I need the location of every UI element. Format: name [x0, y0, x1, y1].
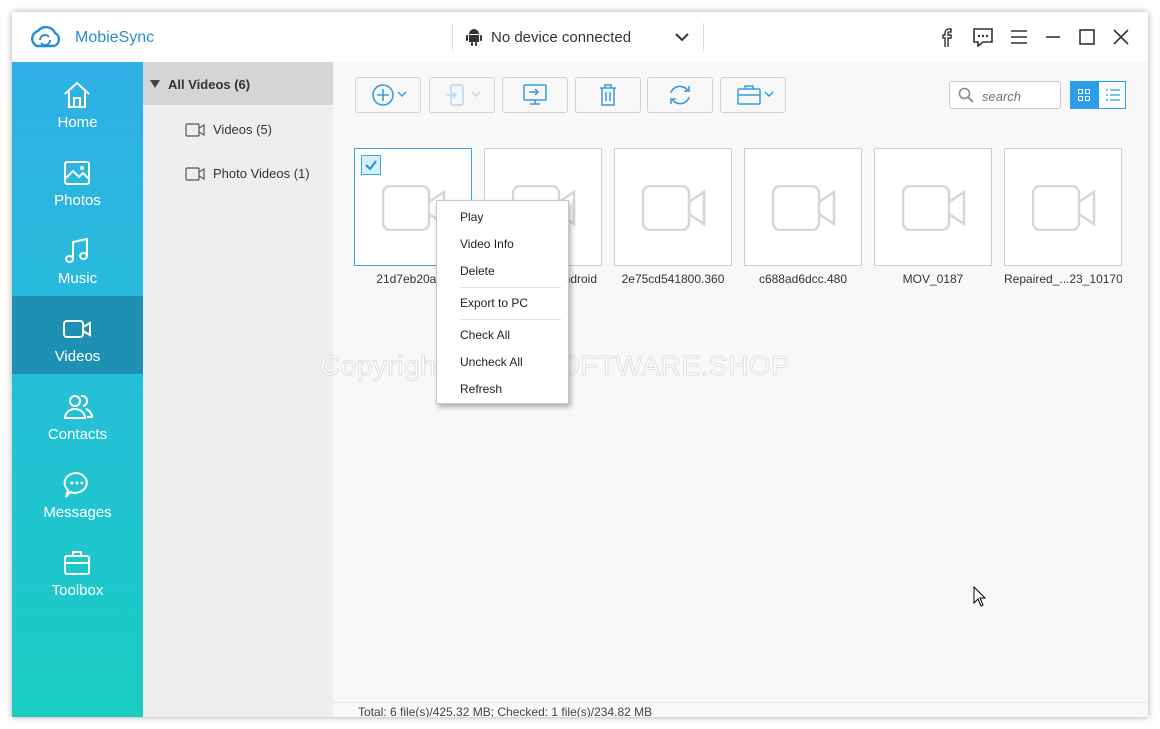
add-button[interactable] — [355, 77, 421, 113]
menu-item-video-info[interactable]: Video Info — [460, 237, 514, 251]
folder-all-videos[interactable]: All Videos (6) — [143, 62, 333, 105]
home-icon — [64, 81, 90, 108]
video-name: MOV_0187 — [902, 272, 964, 286]
grid-icon — [1078, 89, 1090, 101]
chevron-down-icon[interactable] — [675, 32, 689, 42]
sidebar-item-label: Videos — [54, 348, 101, 365]
delete-icon — [600, 84, 616, 106]
grid-view-button[interactable] — [1070, 81, 1098, 109]
folder-item-label: Videos (5) — [213, 122, 273, 137]
export-to-device-icon — [447, 84, 481, 106]
android-icon — [466, 29, 482, 46]
sidebar: Home Photos Music Videos Contacts Messag… — [12, 62, 143, 717]
export-to-pc-button[interactable] — [502, 77, 568, 113]
status-text: Total: 6 file(s)/425.32 MB; Checked: 1 f… — [358, 705, 653, 717]
messages-icon — [63, 471, 88, 498]
menu-item-delete[interactable]: Delete — [460, 264, 495, 278]
toolbox-icon — [737, 85, 774, 105]
mouse-cursor-icon — [973, 586, 987, 607]
check-icon — [365, 160, 377, 171]
video-folder-icon — [185, 167, 205, 181]
sidebar-item-home[interactable]: Home — [12, 62, 143, 140]
toolbox-menu-button[interactable] — [720, 77, 786, 113]
video-thumbnail[interactable] — [614, 148, 732, 266]
refresh-icon — [670, 85, 690, 105]
video-name: 2e75cd541800.360 — [621, 272, 725, 286]
device-selector[interactable]: No device connected — [452, 23, 704, 51]
video-name: Repaired_...23_101709 — [1004, 272, 1122, 286]
music-icon — [65, 237, 88, 263]
menu-separator — [460, 319, 561, 320]
mobiesync-logo-icon — [31, 26, 61, 48]
sidebar-item-messages[interactable]: Messages — [12, 452, 143, 530]
app-name: MobieSync — [75, 29, 155, 46]
feedback-icon[interactable] — [972, 26, 994, 48]
folder-panel: All Videos (6) Videos (5) Photo Videos (… — [143, 62, 333, 717]
video-thumbnail[interactable] — [1004, 148, 1122, 266]
sidebar-item-label: Toolbox — [51, 582, 104, 599]
add-icon — [372, 84, 407, 106]
toolbox-icon — [64, 551, 90, 575]
video-folder-icon — [185, 123, 205, 137]
video-camera-icon — [902, 185, 966, 231]
sidebar-item-photos[interactable]: Photos — [12, 140, 143, 218]
video-camera-icon — [772, 185, 836, 231]
search-icon — [958, 87, 974, 103]
video-icon — [63, 320, 91, 338]
contacts-icon — [63, 394, 94, 419]
video-camera-icon — [642, 185, 706, 231]
status-bar: Total: 6 file(s)/425.32 MB; Checked: 1 f… — [333, 702, 1148, 717]
folder-item-label: Photo Videos (1) — [213, 166, 310, 181]
export-to-pc-icon — [523, 84, 547, 105]
photo-icon — [64, 161, 90, 185]
close-icon[interactable] — [1110, 26, 1132, 48]
delete-button[interactable] — [575, 77, 641, 113]
menu-item-uncheck-all[interactable]: Uncheck All — [460, 355, 523, 369]
menu-item-check-all[interactable]: Check All — [460, 328, 510, 342]
sidebar-item-label: Photos — [54, 192, 101, 209]
device-status-label: No device connected — [491, 29, 632, 46]
folder-all-label: All Videos (6) — [168, 77, 251, 92]
list-icon — [1106, 89, 1120, 101]
menu-item-refresh[interactable]: Refresh — [460, 382, 502, 396]
video-camera-icon — [1032, 185, 1096, 231]
export-to-device-button[interactable] — [429, 77, 495, 113]
menu-separator — [460, 287, 561, 288]
checkbox-checked[interactable] — [361, 155, 381, 175]
minimize-icon[interactable] — [1042, 26, 1064, 48]
search-box — [949, 81, 1061, 109]
sidebar-item-label: Home — [57, 114, 98, 131]
sidebar-item-label: Messages — [43, 504, 112, 521]
video-thumbnail[interactable] — [874, 148, 992, 266]
sidebar-item-label: Contacts — [47, 426, 108, 443]
list-view-button[interactable] — [1098, 81, 1126, 109]
titlebar: MobieSync No device connected — [12, 12, 1148, 62]
refresh-button[interactable] — [647, 77, 713, 113]
search-input[interactable] — [980, 86, 1058, 106]
facebook-icon[interactable] — [936, 26, 958, 48]
context-menu: Play Video Info Delete Export to PC Chec… — [436, 200, 569, 404]
menu-item-play[interactable]: Play — [460, 210, 483, 224]
video-thumbnail[interactable] — [744, 148, 862, 266]
sidebar-item-videos[interactable]: Videos — [12, 296, 143, 374]
expand-triangle-icon[interactable] — [150, 80, 160, 88]
maximize-icon[interactable] — [1076, 26, 1098, 48]
menu-item-export-to-pc[interactable]: Export to PC — [460, 296, 528, 310]
menu-icon[interactable] — [1008, 26, 1030, 48]
sidebar-item-toolbox[interactable]: Toolbox — [12, 530, 143, 608]
sidebar-item-label: Music — [57, 270, 98, 287]
video-name: c688ad6dcc.480 — [758, 272, 848, 286]
sidebar-item-contacts[interactable]: Contacts — [12, 374, 143, 452]
sidebar-item-music[interactable]: Music — [12, 218, 143, 296]
